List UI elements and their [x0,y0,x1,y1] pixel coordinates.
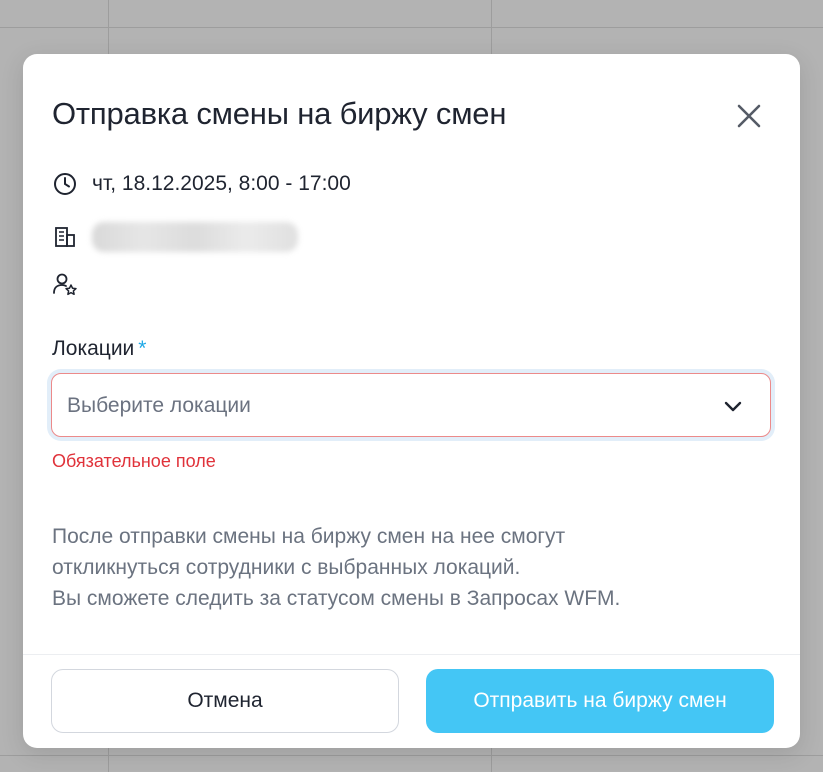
locations-error: Обязательное поле [52,451,216,471]
submit-to-exchange-button[interactable]: Отправить на биржу смен [426,669,774,733]
close-icon [737,104,761,128]
info-note-line: Вы сможете следить за статусом смены в З… [52,587,621,610]
locations-label-text: Локации [52,337,135,360]
locations-label: Локации * [52,337,146,361]
organization-name-redacted [92,222,298,252]
cancel-button[interactable]: Отмена [51,669,399,733]
info-note-line: откликнуться сотрудники с выбранных лока… [52,556,521,579]
info-note: После отправки смены на биржу смен на не… [52,521,772,614]
shift-organization-row [52,222,298,252]
dialog-title: Отправка смены на биржу смен [52,96,507,131]
locations-placeholder: Выберите локации [67,394,251,417]
building-icon [52,224,78,250]
chevron-down-icon [724,401,742,412]
shift-role-row [52,271,78,297]
required-mark: * [138,337,147,360]
info-note-line: После отправки смены на биржу смен на не… [52,525,566,548]
footer-divider [23,654,800,655]
user-star-icon [52,271,78,297]
shift-datetime: чт, 18.12.2025, 8:00 - 17:00 [92,172,351,195]
clock-icon [52,171,78,197]
shift-datetime-row: чт, 18.12.2025, 8:00 - 17:00 [52,171,351,197]
close-button[interactable] [734,101,764,131]
shift-exchange-dialog: Отправка смены на биржу смен чт, 18.12.2… [23,54,800,748]
locations-select[interactable]: Выберите локации [51,373,771,437]
